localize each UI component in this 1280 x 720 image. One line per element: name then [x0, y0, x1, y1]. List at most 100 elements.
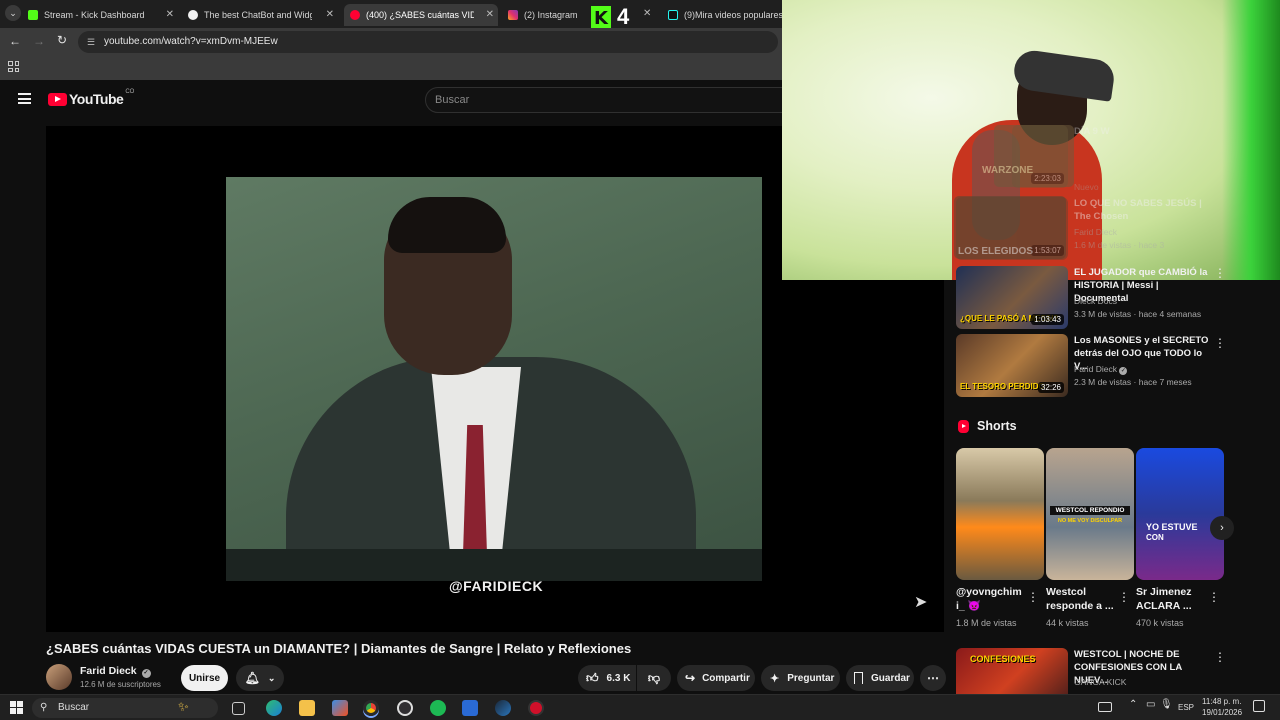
short-views: 44 k vistas — [1046, 618, 1089, 628]
spotify-icon[interactable] — [430, 700, 446, 716]
channel-name[interactable]: Farid Dieck ✓ — [80, 665, 151, 678]
short-thumbnail[interactable] — [956, 448, 1044, 580]
steam-icon[interactable] — [495, 700, 511, 716]
taskbar-search[interactable]: ⚲ Buscar — [32, 698, 218, 718]
tab-chatbot[interactable]: The best ChatBot and Widgets ✕ — [188, 4, 338, 26]
recommended-meta: Nuevo — [1074, 182, 1099, 192]
site-info-icon[interactable]: ☰ — [87, 31, 95, 53]
duration-badge: 32:26 — [1037, 382, 1064, 393]
calendar-app-icon[interactable] — [462, 700, 478, 716]
close-icon[interactable]: ✕ — [486, 9, 494, 20]
short-title[interactable]: @yovngchim i_ 👿 — [956, 585, 1024, 613]
close-icon[interactable]: ✕ — [326, 9, 334, 20]
channel-name[interactable]: Farid Dieck ✓ — [1074, 364, 1128, 375]
more-options-icon[interactable]: ⋮ — [1214, 266, 1226, 280]
chrome-icon[interactable] — [363, 700, 379, 716]
obs-icon[interactable] — [397, 700, 413, 716]
recommended-item[interactable]: CONFESIONES WESTCOL | NOCHE DE CONFESION… — [956, 648, 1276, 694]
thumb-caption: WARZONE — [982, 165, 1034, 176]
channel-name[interactable]: Dieck Docs — [1074, 296, 1117, 306]
clock-time[interactable]: 11:48 p. m. — [1202, 697, 1241, 706]
more-actions-button[interactable]: ⋯ — [920, 665, 946, 691]
youtube-logo[interactable]: YouTube CO — [48, 89, 134, 107]
apps-grid-icon[interactable] — [8, 61, 19, 72]
shorts-title: Shorts — [977, 419, 1017, 433]
like-icon: 👍︎ — [586, 670, 599, 685]
forward-icon[interactable]: → — [33, 34, 45, 48]
recommended-thumbnail[interactable]: EL TESORO PERDIDO 32:26 — [956, 334, 1068, 397]
like-button[interactable]: 👍︎ 6.3 K — [578, 665, 636, 691]
clock-date[interactable]: 19/01/2026 — [1202, 708, 1242, 717]
tab-search-button[interactable]: ⌄ — [5, 5, 21, 21]
channel-avatar[interactable] — [46, 664, 72, 690]
recommended-item[interactable]: EL TESORO PERDIDO 32:26 Los MASONES y el… — [956, 334, 1276, 397]
ask-button[interactable]: ✦ Preguntar — [761, 665, 840, 691]
dislike-button[interactable]: 👎︎ — [637, 665, 671, 691]
recommended-thumbnail[interactable]: ¿QUE LE PASÓ A MESSI? 1:03:43 — [956, 266, 1068, 329]
short-title[interactable]: Westcol responde a ... — [1046, 585, 1114, 613]
cursor-icon: ➤ — [914, 594, 928, 611]
channel-name[interactable]: Farid Dieck — [1074, 227, 1117, 237]
save-button[interactable]: Guardar — [846, 665, 914, 691]
record-app-icon[interactable] — [528, 700, 544, 716]
share-button[interactable]: ↪ Compartir — [677, 665, 755, 691]
notifications-button[interactable]: 🔔︎ ⌄ — [236, 665, 284, 691]
like-count: 6.3 K — [606, 672, 631, 684]
more-options-icon[interactable]: ⋮ — [1208, 590, 1220, 604]
more-options-icon[interactable]: ⋮ — [1214, 336, 1226, 350]
recommended-meta: 3.3 M de vistas · hace 4 semanas — [1074, 309, 1202, 319]
short-thumbnail[interactable]: YO ESTUVE CON — [1136, 448, 1224, 580]
language-indicator[interactable]: ESP — [1178, 703, 1194, 712]
dislike-icon: 👎︎ — [647, 670, 661, 685]
tab-tiktok[interactable]: (9)Mira videos populares sel — [668, 4, 782, 26]
recommended-item[interactable]: 2:23:03 DÍA 9 W Nuevo — [956, 125, 1276, 192]
more-options-icon[interactable]: ⋮ — [1214, 650, 1226, 664]
channel-name[interactable]: GANGA KICK — [1074, 677, 1126, 687]
subscriber-count: 12.6 M de suscriptores — [80, 680, 161, 689]
chevron-up-icon[interactable]: ⌃ — [1129, 699, 1137, 710]
save-label: Guardar — [871, 672, 910, 684]
youtube-favicon-icon — [350, 10, 360, 20]
recommended-item[interactable]: ¿QUE LE PASÓ A MESSI? 1:03:43 EL JUGADOR… — [956, 266, 1276, 329]
podium — [226, 549, 762, 581]
store-icon[interactable] — [332, 700, 348, 716]
edge-icon[interactable] — [266, 700, 282, 716]
microphone-icon[interactable]: 🎙︎ — [1160, 699, 1173, 710]
short-overlay-text: YO ESTUVE — [1146, 522, 1198, 532]
next-arrow-icon[interactable]: › — [1210, 516, 1234, 540]
url-text: youtube.com/watch?v=xmDvm-MJEEw — [104, 36, 278, 47]
duration-badge: 1:53:07 — [1031, 245, 1064, 256]
menu-icon[interactable] — [18, 93, 31, 104]
recommended-thumbnail[interactable]: 2:23:03 — [1012, 125, 1068, 188]
verified-icon: ✓ — [141, 669, 151, 678]
join-button[interactable]: Unirse — [181, 665, 228, 691]
back-icon[interactable]: ← — [9, 34, 21, 48]
reload-icon[interactable]: ↻ — [57, 33, 67, 47]
recommended-title[interactable]: LO QUE NO SABES JESÚS | The Chosen — [1074, 197, 1214, 223]
more-options-icon[interactable]: ⋮ — [1118, 590, 1130, 604]
windows-start-icon[interactable] — [10, 701, 23, 714]
thumb-caption: EL TESORO PERDIDO — [960, 382, 1045, 391]
notifications-icon[interactable] — [1253, 700, 1265, 712]
recommended-thumbnail[interactable]: CONFESIONES — [956, 648, 1068, 694]
short-title[interactable]: Sr Jimenez ACLARA ... — [1136, 585, 1204, 613]
tab-kick-dashboard[interactable]: Stream - Kick Dashboard ✕ — [28, 4, 178, 26]
tab-instagram[interactable]: (2) Instagram — [508, 4, 588, 26]
keyboard-icon[interactable] — [1098, 702, 1112, 712]
tab-youtube-active[interactable]: (400) ¿SABES cuántas VIDAS CU ✕ — [344, 4, 498, 26]
chatbot-favicon-icon — [188, 10, 198, 20]
task-view-icon[interactable] — [232, 702, 245, 715]
short-thumbnail[interactable]: WESTCOL REPONDIO NO ME VOY DISCULPAR — [1046, 448, 1134, 580]
close-icon[interactable]: ✕ — [166, 9, 174, 20]
video-frame[interactable] — [226, 177, 762, 581]
recommended-title[interactable]: DÍA 9 W — [1074, 125, 1214, 138]
windows-taskbar: ⚲ Buscar ✨︎ ⌃ ▭ 🎙︎ ESP 11:48 p. m. 19/01… — [0, 694, 1280, 720]
search-input[interactable]: Buscar — [425, 87, 785, 113]
close-icon[interactable]: ✕ — [643, 8, 651, 19]
file-explorer-icon[interactable] — [299, 700, 315, 716]
more-options-icon[interactable]: ⋮ — [1027, 590, 1039, 604]
tab-label: (2) Instagram — [524, 10, 578, 20]
address-bar[interactable]: ☰ youtube.com/watch?v=xmDvm-MJEEw — [78, 31, 778, 53]
shorts-heading: Shorts — [958, 419, 1017, 433]
network-icon[interactable]: ▭ — [1146, 699, 1155, 710]
